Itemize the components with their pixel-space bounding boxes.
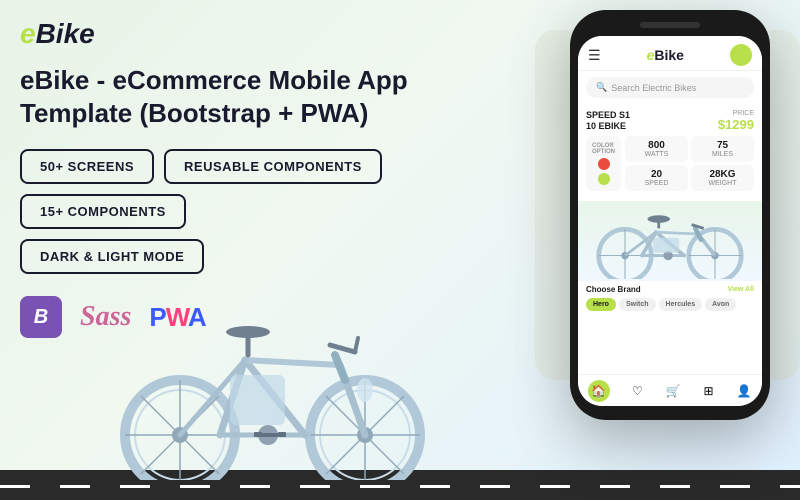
color-option-label: COLOROPTION [592, 143, 615, 155]
speed-value: 20 [631, 169, 682, 180]
price-value: $1299 [718, 117, 754, 132]
miles-value: 75 [697, 140, 748, 151]
phone-screen: ☰ eBike 🔍 Search Electric Bikes SPEED S1… [578, 36, 762, 406]
hamburger-icon[interactable]: ☰ [588, 47, 601, 64]
search-placeholder: Search Electric Bikes [611, 83, 696, 93]
product-header-row: SPEED S1 10 EBIKE PRICE $1299 [586, 110, 754, 132]
brand-title: Choose Brand [586, 285, 641, 294]
color-option-box: COLOROPTION [586, 136, 621, 191]
road-line [0, 485, 800, 488]
weight-label: WEIGHT [697, 180, 748, 187]
product-name: SPEED S1 10 EBIKE [586, 110, 630, 132]
spec-miles: 75 MILES [691, 136, 754, 162]
badges-row-3: DARK & LIGHT MODE [20, 239, 440, 274]
bottom-nav: 🏠 ♡ 🛒 ⊞ 👤 [578, 374, 762, 406]
badges-row-2: 15+ COMPONENTS [20, 194, 440, 229]
phone-mockup: ☰ eBike 🔍 Search Electric Bikes SPEED S1… [570, 10, 780, 430]
watts-label: WATTS [631, 151, 682, 158]
logo-bike: Bike [36, 18, 95, 50]
nav-heart-icon[interactable]: ♡ [629, 383, 645, 399]
nav-home-icon[interactable]: 🏠 [588, 380, 610, 402]
watts-value: 800 [631, 140, 682, 151]
brand-section: Choose Brand View All Hero Switch Hercul… [578, 281, 762, 315]
bike-illustration [100, 280, 440, 480]
app-logo: eBike [647, 47, 684, 63]
search-icon: 🔍 [596, 82, 607, 93]
brand-tab-hero[interactable]: Hero [586, 298, 616, 311]
logo-e: e [20, 18, 36, 50]
search-bar[interactable]: 🔍 Search Electric Bikes [586, 77, 754, 98]
spec-speed: 20 SPEED [625, 165, 688, 191]
badge-dark-light: DARK & LIGHT MODE [20, 239, 204, 274]
phone-bike-svg [585, 204, 755, 279]
brand-tabs: Hero Switch Hercules Avon [586, 298, 754, 311]
logo: eBike [20, 18, 440, 50]
color-dot-red[interactable] [598, 158, 610, 170]
speed-label: SPEED [631, 180, 682, 187]
phone-frame: ☰ eBike 🔍 Search Electric Bikes SPEED S1… [570, 10, 770, 420]
brand-tab-hercules[interactable]: Hercules [659, 298, 703, 311]
color-dot-green[interactable] [598, 173, 610, 185]
price-label: PRICE [718, 110, 754, 117]
specs-container: COLOROPTION 800 WATTS 75 MILES [586, 136, 754, 191]
price-area: PRICE $1299 [718, 110, 754, 132]
main-title: eBike - eCommerce Mobile App Template (B… [20, 64, 440, 129]
brand-tab-switch[interactable]: Switch [619, 298, 656, 311]
miles-label: MILES [697, 151, 748, 158]
badges-row-1: 50+ SCREENS REUSABLE COMPONENTS [20, 149, 440, 184]
spec-weight: 28KG WEIGHT [691, 165, 754, 191]
nav-cart-icon[interactable]: 🛒 [665, 383, 681, 399]
view-all-link[interactable]: View All [728, 286, 754, 293]
specs-grid: 800 WATTS 75 MILES 20 SPEED 28KG [625, 136, 754, 191]
badge-screens: 50+ SCREENS [20, 149, 154, 184]
bootstrap-icon: B [20, 296, 62, 338]
spec-watts: 800 WATTS [625, 136, 688, 162]
phone-bike-image [578, 201, 762, 281]
app-header: ☰ eBike [578, 36, 762, 71]
product-area: SPEED S1 10 EBIKE PRICE $1299 COLOROPTIO… [578, 104, 762, 201]
user-avatar[interactable] [730, 44, 752, 66]
badge-reusable-components: REUSABLE COMPONENTS [164, 149, 382, 184]
brand-header: Choose Brand View All [586, 285, 754, 294]
badge-components-count: 15+ COMPONENTS [20, 194, 186, 229]
nav-user-icon[interactable]: 👤 [736, 383, 752, 399]
bike-svg [100, 280, 440, 480]
weight-value: 28KG [697, 169, 748, 180]
nav-grid-icon[interactable]: ⊞ [701, 383, 717, 399]
brand-tab-avon[interactable]: Avon [705, 298, 736, 311]
phone-notch [640, 22, 700, 28]
